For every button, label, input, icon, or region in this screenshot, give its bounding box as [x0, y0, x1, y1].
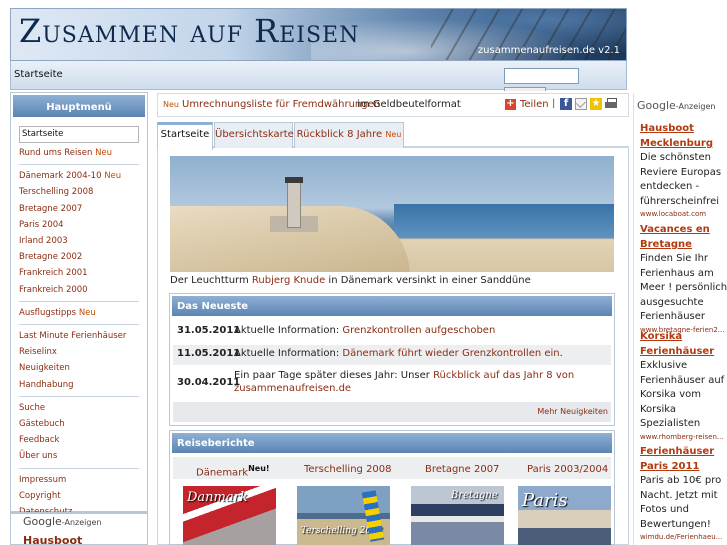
facebook-icon[interactable]: f: [560, 98, 572, 110]
news-date: 31.05.2011: [177, 325, 241, 336]
ad-item: Korsika Ferienhäuser Exklusive Ferienhäu…: [640, 329, 727, 443]
tab-rueckblick[interactable]: Rückblick 8 Jahre Neu: [294, 122, 404, 148]
site-version: zusammenaufreisen.de v2.1: [477, 45, 620, 56]
travel-report-thumbnail[interactable]: Danmark: [183, 486, 276, 545]
new-badge: Neu: [163, 100, 179, 109]
news-link[interactable]: Dänemark führt wieder Grenzkontrollen ei…: [342, 348, 559, 359]
main-menu-heading: Hauptmenü: [11, 93, 147, 119]
main-menu-list: Startseite Rund ums Reisen Neu Dänemark …: [11, 119, 147, 523]
tab-uebersichtskarte[interactable]: Übersichtskarte: [214, 122, 294, 148]
ad-item: Ferienhäuser Paris 2011 Paris ab 10€ pro…: [640, 444, 727, 543]
menu-item[interactable]: Neuigkeiten: [19, 360, 139, 376]
menu-item[interactable]: Bretagne 2007: [19, 201, 139, 217]
share-link[interactable]: Teilen: [520, 99, 549, 110]
menu-item-startseite[interactable]: Startseite: [19, 126, 139, 143]
menu-item[interactable]: Dänemark 2004-10 Neu: [19, 168, 139, 184]
content-tabs: Startseite Übersichtskarte Rückblick 8 J…: [157, 122, 629, 150]
menu-item[interactable]: Handhabung: [19, 377, 139, 393]
ad-title[interactable]: Hausboot Mecklenburg: [640, 121, 727, 151]
main-menu: Hauptmenü Startseite Rund ums Reisen Neu…: [10, 92, 148, 517]
breadcrumb[interactable]: Startseite: [14, 69, 63, 80]
menu-divider: [19, 395, 139, 397]
rubjerg-knude-link[interactable]: Rubjerg Knude: [252, 275, 325, 286]
ad-body: Die schönsten Reviere Europas entdecken …: [640, 152, 722, 207]
share-plus-icon[interactable]: +: [505, 99, 516, 110]
tab-startseite[interactable]: Startseite: [157, 122, 213, 150]
photo-lighthouse: [285, 177, 303, 228]
google-ads-right: Google-Anzeigen Hausboot Mecklenburg Die…: [633, 93, 727, 545]
menu-divider: [19, 467, 139, 469]
news-row: 31.05.2011 Aktuelle Information: Grenzko…: [177, 325, 496, 336]
ad-title[interactable]: Vacances en Bretagne: [640, 222, 727, 252]
menu-item[interactable]: Paris 2004: [19, 217, 139, 233]
print-icon[interactable]: [605, 98, 618, 110]
ad-title[interactable]: Hausboot: [23, 534, 82, 545]
ad-title[interactable]: Korsika Ferienhäuser: [640, 329, 727, 359]
travel-report-thumbnail[interactable]: Paris: [518, 486, 611, 545]
notice-bar: Neu Umrechnungsliste für Fremdwährungen …: [157, 93, 629, 117]
share-separator: |: [552, 98, 556, 109]
news-date: 11.05.2011: [177, 348, 241, 359]
news-link[interactable]: Grenzkontrollen aufgeschoben: [342, 325, 495, 336]
news-row: 11.05.2011 Aktuelle Information: Dänemar…: [173, 345, 611, 365]
google-ads-label: Google-Anzeigen: [23, 515, 102, 528]
news-date: 30.04.2011: [177, 377, 241, 388]
google-ads-left: Google-Anzeigen Hausboot: [10, 512, 148, 545]
travel-reports-box: Reiseberichte DänemarkNeu! Terschelling …: [169, 430, 615, 545]
photo-caption: Der Leuchtturm Rubjerg Knude in Dänemark…: [170, 275, 531, 286]
menu-divider: [19, 324, 139, 326]
menu-item[interactable]: Irland 2003: [19, 233, 139, 249]
bookmark-star-icon[interactable]: ★: [590, 98, 602, 110]
menu-item[interactable]: Rund ums Reisen Neu: [19, 145, 139, 161]
email-icon[interactable]: [575, 98, 587, 110]
google-ads-label: Google-Anzeigen: [637, 99, 716, 112]
travel-report-link[interactable]: Terschelling 2008: [304, 464, 392, 475]
ad-body: Paris ab 10€ pro Nacht. Jetzt mit Fotos …: [640, 475, 722, 530]
ad-url[interactable]: wimdu.de/Ferienhaeu...: [640, 532, 727, 543]
currency-list-link[interactable]: Umrechnungsliste für Fremdwährungen: [182, 99, 380, 110]
menu-item[interactable]: Last Minute Ferienhäuser: [19, 328, 139, 344]
travel-report-link[interactable]: Paris 2003/2004: [527, 464, 608, 475]
menu-item[interactable]: Impressum: [19, 472, 139, 488]
search-button[interactable]: [504, 87, 546, 91]
travel-reports-heading: Reiseberichte: [170, 431, 614, 455]
menu-item[interactable]: Terschelling 2008: [19, 184, 139, 200]
site-banner[interactable]: Zusammen auf Reisen zusammenaufreisen.de…: [10, 8, 627, 61]
travel-report-thumbnail[interactable]: Bretagne: [411, 486, 504, 545]
ad-url[interactable]: www.rhomberg-reisen...: [640, 432, 727, 443]
menu-item[interactable]: Suche: [19, 400, 139, 416]
main-content: Der Leuchtturm Rubjerg Knude in Dänemark…: [157, 148, 629, 545]
travel-report-link[interactable]: DänemarkNeu!: [196, 464, 270, 478]
travel-report-thumbnail[interactable]: Terschelling 2008: [297, 486, 390, 545]
news-row: 30.04.2011 Ein paar Tage später dieses J…: [177, 370, 575, 394]
menu-item[interactable]: Bretagne 2002: [19, 249, 139, 265]
breadcrumb-bar: Startseite: [10, 61, 627, 91]
ad-title[interactable]: Ferienhäuser Paris 2011: [640, 444, 727, 474]
menu-divider: [19, 300, 139, 302]
search-input[interactable]: [504, 68, 579, 84]
menu-item[interactable]: Reiselinx: [19, 344, 139, 360]
menu-item[interactable]: Copyright: [19, 488, 139, 504]
notice-text: im Geldbeutelformat: [357, 99, 461, 110]
news-heading: Das Neueste: [170, 294, 614, 318]
menu-item[interactable]: Frankreich 2001: [19, 265, 139, 281]
ad-body: Exklusive Ferienhäuser auf Korsika vom K…: [640, 360, 725, 429]
menu-item[interactable]: Feedback: [19, 432, 139, 448]
menu-item[interactable]: Ausflugstipps Neu: [19, 305, 139, 321]
ad-url[interactable]: www.locaboat.com: [640, 209, 727, 220]
ad-body: Finden Sie Ihr Ferienhaus am Meer ! pers…: [640, 253, 727, 322]
menu-item[interactable]: Gästebuch: [19, 416, 139, 432]
ad-item: Hausboot Mecklenburg Die schönsten Revie…: [640, 121, 727, 220]
menu-item[interactable]: Frankreich 2000: [19, 282, 139, 298]
ad-item: Vacances en Bretagne Finden Sie Ihr Feri…: [640, 222, 727, 336]
site-title[interactable]: Zusammen auf Reisen: [19, 12, 359, 50]
news-box: Das Neueste 31.05.2011 Aktuelle Informat…: [169, 293, 615, 426]
menu-item[interactable]: Über uns: [19, 448, 139, 464]
more-news-link[interactable]: Mehr Neuigkeiten: [173, 402, 611, 422]
travel-report-link[interactable]: Bretagne 2007: [425, 464, 499, 475]
menu-divider: [19, 164, 139, 166]
lighthouse-photo: [170, 156, 614, 272]
photo-sea: [394, 204, 614, 238]
